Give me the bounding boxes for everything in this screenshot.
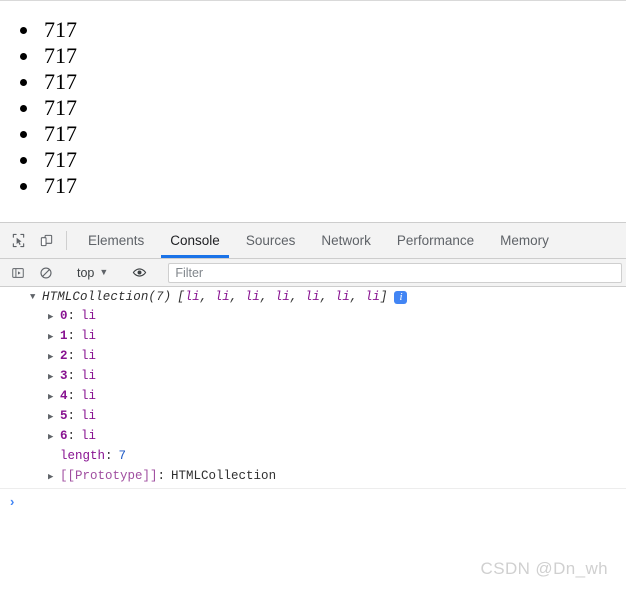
preview-bracket-close: ]: [379, 290, 388, 304]
console-filter-input[interactable]: [168, 262, 622, 283]
info-icon[interactable]: i: [394, 291, 408, 304]
length-property-row: length: 7: [0, 446, 626, 466]
disclosure-triangle-icon[interactable]: [48, 307, 60, 327]
property-colon: :: [105, 449, 113, 463]
disclosure-triangle-icon[interactable]: [48, 467, 60, 487]
property-key: 6: [60, 429, 68, 443]
object-constructor-name: HTMLCollection(7): [42, 290, 172, 304]
live-expression-eye-icon[interactable]: [125, 265, 153, 280]
preview-item: li: [184, 290, 200, 304]
list-item: 717: [40, 95, 626, 121]
disclosure-triangle-icon[interactable]: [48, 347, 60, 367]
preview-item: li: [304, 290, 320, 304]
tab-performance[interactable]: Performance: [384, 223, 487, 258]
clear-console-icon[interactable]: [32, 266, 60, 280]
devtools-tabbar: Elements Console Sources Network Perform…: [0, 223, 626, 259]
object-property-row[interactable]: 3: li: [0, 366, 626, 386]
property-value: li: [81, 409, 97, 423]
preview-item: li: [214, 290, 230, 304]
disclosure-triangle-icon[interactable]: [48, 407, 60, 427]
execution-context-label: top: [77, 265, 95, 280]
property-colon: :: [67, 429, 76, 443]
property-colon: :: [67, 329, 76, 343]
list-item: 717: [40, 147, 626, 173]
property-key: 2: [60, 349, 68, 363]
devtools-tab-list: Elements Console Sources Network Perform…: [75, 223, 562, 258]
property-colon: :: [67, 309, 76, 323]
prototype-row[interactable]: [[Prototype]]: HTMLCollection: [0, 466, 626, 486]
disclosure-triangle-open-icon[interactable]: [30, 289, 42, 306]
console-sidebar-icon[interactable]: [4, 266, 32, 280]
watermark-text: CSDN @Dn_wh: [480, 559, 608, 578]
inspect-element-icon[interactable]: [4, 223, 32, 258]
prompt-chevron-icon: ›: [10, 493, 15, 509]
object-preview: [li, li, li, li, li, li, li]: [177, 290, 388, 304]
tab-console[interactable]: Console: [157, 223, 233, 258]
property-colon: :: [67, 409, 76, 423]
browser-page-viewport: 717 717 717 717 717 717 717: [0, 0, 626, 222]
disclosure-triangle-icon[interactable]: [48, 387, 60, 407]
tab-elements[interactable]: Elements: [75, 223, 157, 258]
list-item: 717: [40, 17, 626, 43]
device-toolbar-icon[interactable]: [32, 223, 60, 258]
console-toolbar: top ▼: [0, 259, 626, 287]
property-key: 4: [60, 389, 68, 403]
property-colon: :: [67, 349, 76, 363]
execution-context-selector[interactable]: top ▼: [73, 266, 112, 280]
property-value: li: [81, 389, 97, 403]
tab-network[interactable]: Network: [308, 223, 384, 258]
prototype-value: HTMLCollection: [171, 469, 277, 483]
length-key: length: [60, 449, 106, 463]
console-prompt-row[interactable]: ›: [0, 490, 626, 512]
property-key: 0: [60, 309, 68, 323]
property-colon: :: [157, 469, 166, 483]
preview-item: li: [274, 290, 290, 304]
length-value: 7: [118, 449, 127, 463]
console-output: HTMLCollection(7) [li, li, li, li, li, l…: [0, 287, 626, 593]
disclosure-triangle-icon[interactable]: [48, 427, 60, 447]
property-colon: :: [67, 369, 76, 383]
disclosure-triangle-icon[interactable]: [48, 367, 60, 387]
preview-item: li: [334, 290, 350, 304]
list-item: 717: [40, 173, 626, 199]
list-item: 717: [40, 43, 626, 69]
console-message-divider: [0, 488, 626, 489]
devtools-panel: Elements Console Sources Network Perform…: [0, 222, 626, 593]
object-header-row[interactable]: HTMLCollection(7) [li, li, li, li, li, l…: [0, 289, 626, 306]
prototype-key: [[Prototype]]: [60, 469, 158, 483]
tab-sources[interactable]: Sources: [233, 223, 309, 258]
chevron-down-icon: ▼: [99, 267, 109, 277]
preview-item: li: [364, 290, 380, 304]
property-value: li: [81, 329, 97, 343]
property-key: 1: [60, 329, 68, 343]
preview-bracket-open: [: [177, 290, 185, 304]
object-property-row[interactable]: 2: li: [0, 346, 626, 366]
object-property-row[interactable]: 5: li: [0, 406, 626, 426]
object-property-row[interactable]: 4: li: [0, 386, 626, 406]
object-property-row[interactable]: 0: li: [0, 306, 626, 326]
property-colon: :: [67, 389, 76, 403]
property-key: 3: [60, 369, 68, 383]
number-list: 717 717 717 717 717 717 717: [0, 17, 626, 199]
disclosure-triangle-icon[interactable]: [48, 327, 60, 347]
preview-item: li: [244, 290, 260, 304]
object-property-row[interactable]: 1: li: [0, 326, 626, 346]
toolbar-divider: [66, 231, 67, 250]
list-item: 717: [40, 121, 626, 147]
list-item: 717: [40, 69, 626, 95]
property-value: li: [81, 349, 97, 363]
property-value: li: [81, 309, 97, 323]
tab-memory[interactable]: Memory: [487, 223, 562, 258]
console-prompt-input[interactable]: [22, 491, 626, 511]
console-message: HTMLCollection(7) [li, li, li, li, li, l…: [0, 287, 626, 490]
property-value: li: [81, 369, 97, 383]
property-value: li: [81, 429, 97, 443]
object-property-row[interactable]: 6: li: [0, 426, 626, 446]
property-key: 5: [60, 409, 68, 423]
